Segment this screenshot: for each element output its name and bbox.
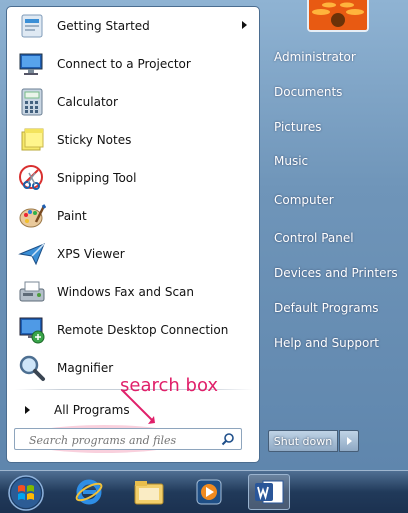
- internet-explorer-icon[interactable]: [68, 474, 110, 510]
- start-orb-icon[interactable]: [6, 473, 46, 513]
- program-label: Magnifier: [57, 361, 114, 375]
- program-label: Windows Fax and Scan: [57, 285, 195, 299]
- program-label: Snipping Tool: [57, 171, 137, 185]
- program-label: Paint: [57, 209, 87, 223]
- word-icon[interactable]: [248, 474, 290, 510]
- shutdown-button[interactable]: Shut down: [268, 430, 338, 452]
- program-paint[interactable]: Paint: [13, 198, 255, 234]
- program-remote-desktop[interactable]: Remote Desktop Connection: [13, 312, 255, 348]
- file-explorer-icon[interactable]: [128, 474, 170, 510]
- program-calculator[interactable]: Calculator: [13, 84, 255, 120]
- link-music[interactable]: Music: [268, 146, 400, 176]
- program-snipping-tool[interactable]: Snipping Tool: [13, 160, 255, 196]
- program-sticky-notes[interactable]: Sticky Notes: [13, 122, 255, 158]
- program-label: Sticky Notes: [57, 133, 132, 147]
- expand-arrow-icon: [25, 406, 30, 414]
- sticky-notes-icon: [17, 125, 47, 155]
- annotation-label: search box: [120, 375, 219, 396]
- paint-palette-icon: [17, 201, 47, 231]
- program-label: Remote Desktop Connection: [57, 323, 229, 337]
- link-administrator[interactable]: Administrator: [268, 42, 400, 72]
- link-documents[interactable]: Documents: [268, 77, 400, 107]
- link-default-programs[interactable]: Default Programs: [268, 293, 400, 323]
- search-box[interactable]: [14, 428, 242, 450]
- media-player-icon[interactable]: [188, 474, 230, 510]
- link-help-support[interactable]: Help and Support: [268, 328, 400, 358]
- start-menu: Getting Started Connect to a Projector C…: [0, 0, 408, 470]
- link-control-panel[interactable]: Control Panel: [268, 223, 400, 253]
- calculator-icon: [17, 87, 47, 117]
- program-getting-started[interactable]: Getting Started: [13, 8, 255, 44]
- search-input[interactable]: [17, 430, 231, 450]
- program-connect-projector[interactable]: Connect to a Projector: [13, 46, 255, 82]
- taskbar: [0, 470, 408, 513]
- link-computer[interactable]: Computer: [268, 185, 400, 215]
- scissors-icon: [17, 163, 47, 193]
- xps-viewer-icon: [17, 239, 47, 269]
- submenu-arrow-icon: [242, 21, 247, 29]
- magnifier-icon: [17, 353, 47, 383]
- remote-desktop-icon: [17, 315, 47, 345]
- program-fax-scan[interactable]: Windows Fax and Scan: [13, 274, 255, 310]
- program-xps-viewer[interactable]: XPS Viewer: [13, 236, 255, 272]
- program-label: Connect to a Projector: [57, 57, 191, 71]
- link-devices-printers[interactable]: Devices and Printers: [268, 258, 400, 288]
- program-label: XPS Viewer: [57, 247, 125, 261]
- link-pictures[interactable]: Pictures: [268, 112, 400, 142]
- projector-icon: [17, 49, 47, 79]
- user-picture-avatar[interactable]: [307, 0, 369, 32]
- chevron-right-icon: [347, 437, 352, 445]
- search-icon[interactable]: [221, 432, 235, 446]
- shutdown-options-button[interactable]: [339, 430, 359, 452]
- getting-started-icon: [17, 11, 47, 41]
- fax-icon: [17, 277, 47, 307]
- program-label: Calculator: [57, 95, 118, 109]
- program-label: Getting Started: [57, 19, 150, 33]
